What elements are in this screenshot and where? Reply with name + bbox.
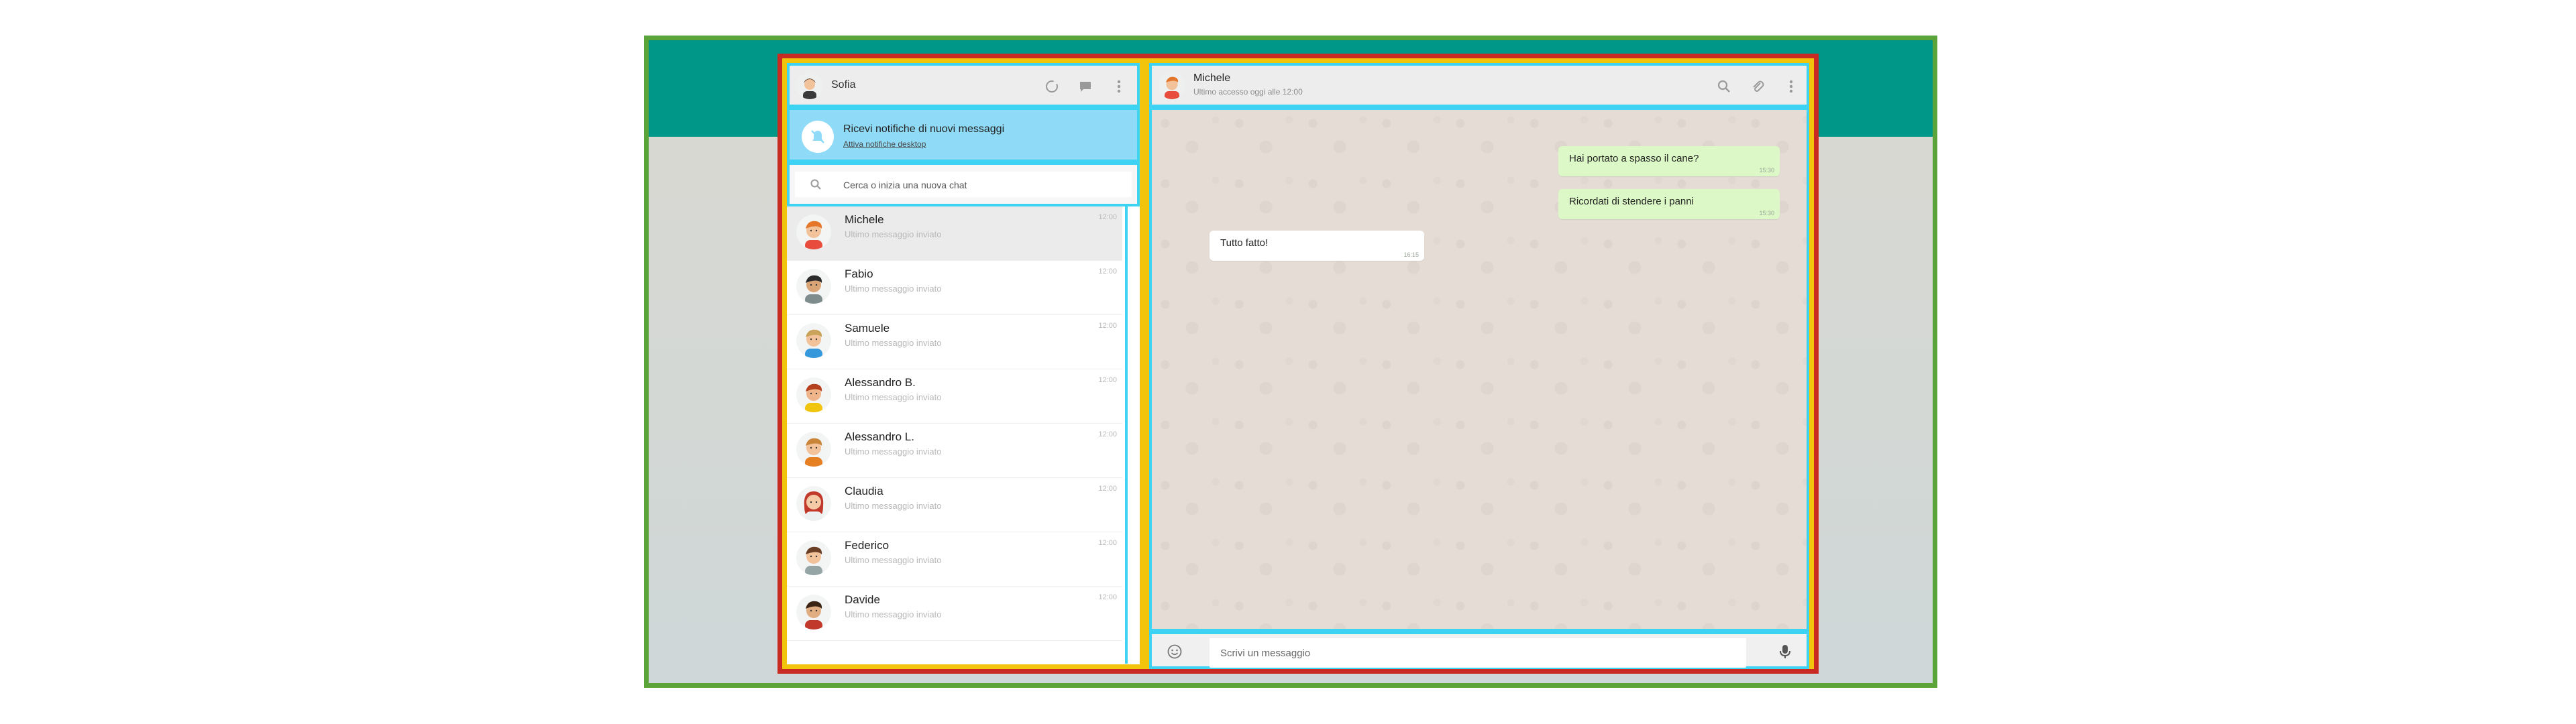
message-text: Tutto fatto! <box>1220 237 1269 249</box>
menu-dots-icon[interactable] <box>1782 78 1800 95</box>
contact-name: Michele <box>845 213 884 226</box>
notification-banner: Ricevi notifiche di nuovi messaggi Attiv… <box>787 107 1140 162</box>
last-message-preview: Ultimo messaggio inviato <box>845 609 942 619</box>
contact-name: Samuele <box>845 322 890 335</box>
contact-name: Claudia <box>845 485 883 497</box>
new-chat-icon[interactable] <box>1077 78 1094 95</box>
contact-avatar <box>796 269 831 304</box>
conversation-header: Michele Ultimo accesso oggi alle 12:00 <box>1149 63 1809 107</box>
chat-list-item[interactable]: Michele Ultimo messaggio inviato 12:00 <box>787 206 1122 261</box>
contact-avatar <box>796 377 831 412</box>
bell-off-icon <box>802 121 834 153</box>
contact-name: Alessandro B. <box>845 376 916 389</box>
contact-avatar <box>796 595 831 629</box>
enable-desktop-notifications-link[interactable]: Attiva notifiche desktop <box>843 139 926 149</box>
search-icon <box>810 178 822 194</box>
last-message-preview: Ultimo messaggio inviato <box>845 284 942 294</box>
contact-name: Fabio <box>845 267 873 280</box>
chat-list-item[interactable]: Federico Ultimo messaggio inviato 12:00 <box>787 532 1122 587</box>
paperclip-icon[interactable] <box>1749 78 1766 95</box>
search-box <box>795 172 1132 197</box>
chat-list-item[interactable]: Fabio Ultimo messaggio inviato 12:00 <box>787 261 1122 315</box>
my-avatar[interactable] <box>796 72 823 99</box>
contact-name: Davide <box>845 593 880 606</box>
contact-avatar <box>796 432 831 467</box>
whatsapp-app: Sofia Ricevi notifiche di nuovi messaggi… <box>777 54 1819 674</box>
message-time: 12:00 <box>1098 213 1117 221</box>
message-time: 12:00 <box>1098 539 1117 547</box>
last-message-preview: Ultimo messaggio inviato <box>845 501 942 511</box>
contact-name: Michele <box>1193 72 1231 84</box>
search-bar <box>787 162 1140 206</box>
message-time: 12:00 <box>1098 430 1117 438</box>
last-message-preview: Ultimo messaggio inviato <box>845 338 942 348</box>
contact-avatar <box>796 486 831 521</box>
chat-list-item[interactable]: Alessandro L. Ultimo messaggio inviato 12:… <box>787 424 1122 478</box>
message-time: 12:00 <box>1098 485 1117 493</box>
notification-title: Ricevi notifiche di nuovi messaggi <box>843 123 1005 135</box>
last-message-preview: Ultimo messaggio inviato <box>845 555 942 565</box>
search-input[interactable] <box>842 174 1099 196</box>
chat-list-scroll[interactable]: Michele Ultimo messaggio inviato 12:00 Fabi… <box>787 206 1128 664</box>
contact-avatar <box>796 323 831 358</box>
emoji-icon[interactable] <box>1167 644 1183 663</box>
chat-list-item[interactable]: Alessandro B. Ultimo messaggio inviato 12:… <box>787 369 1122 424</box>
conversation-panel: Michele Ultimo accesso oggi alle 12:00 H… <box>1144 58 1814 669</box>
search-icon[interactable] <box>1715 78 1733 95</box>
message-timestamp: 15:30 <box>1759 167 1774 174</box>
outgoing-message[interactable]: Ricordati di stendere i panni 15:30 <box>1558 189 1780 219</box>
status-icon[interactable] <box>1043 78 1061 95</box>
message-composer <box>1149 631 1809 669</box>
message-timestamp: 15:30 <box>1759 210 1774 217</box>
message-time: 12:00 <box>1098 267 1117 276</box>
message-input[interactable] <box>1210 638 1746 668</box>
my-name: Sofia <box>831 79 856 90</box>
profile-header: Sofia <box>787 63 1140 107</box>
contact-avatar[interactable] <box>1159 72 1185 99</box>
contact-name: Federico <box>845 539 890 552</box>
chat-list: Michele Ultimo messaggio inviato 12:00 Fabi… <box>787 206 1140 664</box>
microphone-icon[interactable] <box>1778 644 1792 663</box>
header-actions <box>1043 78 1128 95</box>
last-message-preview: Ultimo messaggio inviato <box>845 229 942 239</box>
last-seen-status: Ultimo accesso oggi alle 12:00 <box>1193 87 1303 97</box>
incoming-message[interactable]: Tutto fatto! 16:15 <box>1210 231 1424 261</box>
chat-list-item[interactable]: Samuele Ultimo messaggio inviato 12:00 <box>787 315 1122 369</box>
contact-avatar <box>796 215 831 249</box>
message-timestamp: 16:15 <box>1403 251 1419 258</box>
message-time: 12:00 <box>1098 376 1117 384</box>
message-time: 12:00 <box>1098 322 1117 330</box>
contact-avatar <box>796 540 831 575</box>
message-time: 12:00 <box>1098 593 1117 601</box>
last-message-preview: Ultimo messaggio inviato <box>845 446 942 457</box>
chat-list-item[interactable]: Davide Ultimo messaggio inviato 12:00 <box>787 587 1122 641</box>
contact-name: Alessandro L. <box>845 430 914 443</box>
message-text: Hai portato a spasso il cane? <box>1569 153 1699 164</box>
last-message-preview: Ultimo messaggio inviato <box>845 392 942 402</box>
message-text: Ricordati di stendere i panni <box>1569 196 1694 207</box>
message-area[interactable]: Hai portato a spasso il cane? 15:30 Ricord… <box>1149 107 1809 631</box>
menu-dots-icon[interactable] <box>1110 78 1128 95</box>
app-frame: Sofia Ricevi notifiche di nuovi messaggi… <box>644 36 1937 688</box>
chat-list-item[interactable]: Claudia Ultimo messaggio inviato 12:00 <box>787 478 1122 532</box>
conversation-actions <box>1715 78 1800 95</box>
sidebar: Sofia Ricevi notifiche di nuovi messaggi… <box>782 58 1144 669</box>
outgoing-message[interactable]: Hai portato a spasso il cane? 15:30 <box>1558 146 1780 176</box>
